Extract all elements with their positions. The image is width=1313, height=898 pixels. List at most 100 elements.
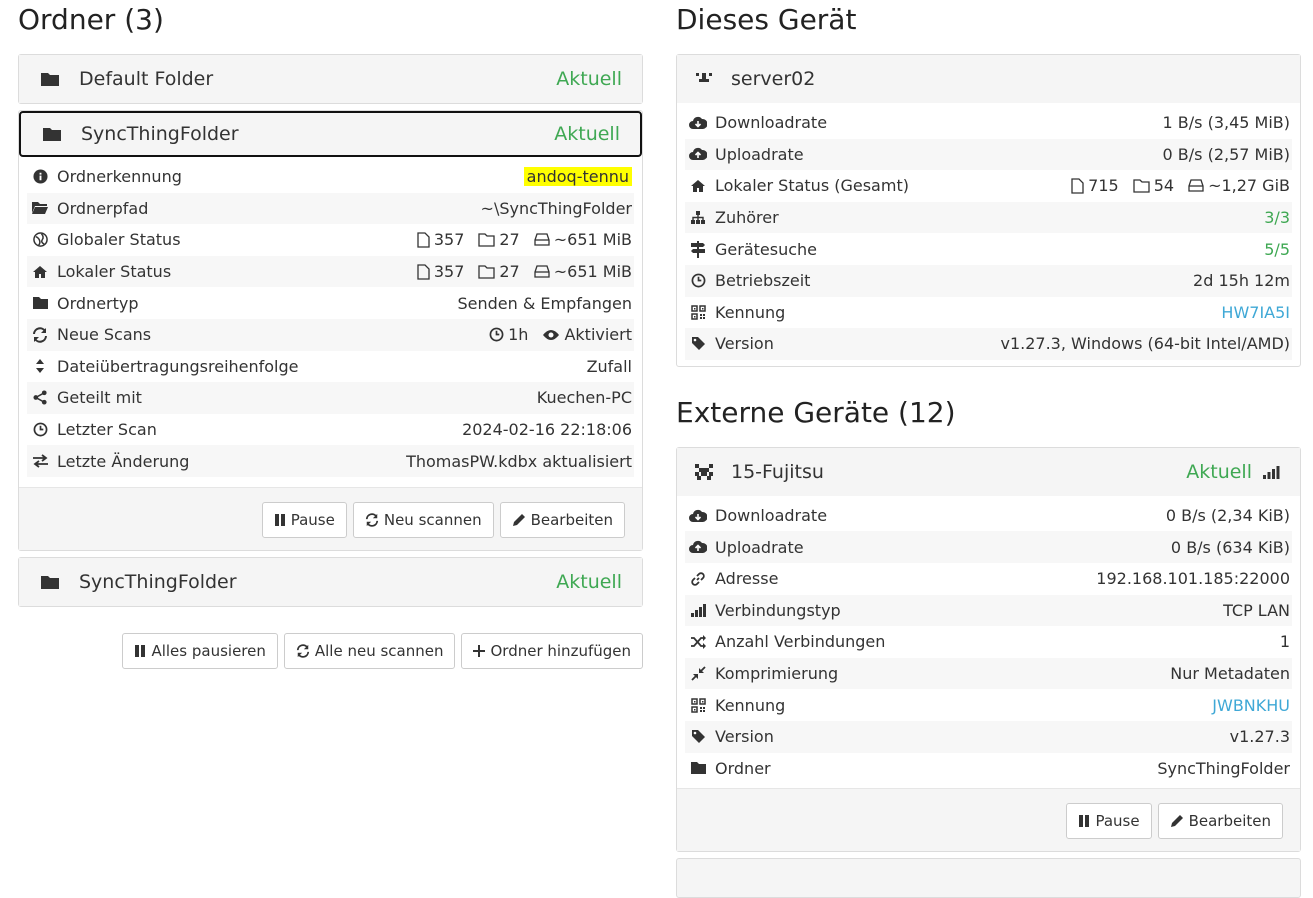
globe-icon <box>31 232 49 248</box>
upload-rate-row: Uploadrate 0 B/s (2,57 MiB) <box>685 138 1292 171</box>
connection-count-row: Anzahl Verbindungen 1 <box>685 626 1292 658</box>
remote-devices-title: Externe Geräte (12) <box>676 395 956 429</box>
cloud-upload-icon <box>689 540 707 554</box>
pause-icon <box>1078 814 1090 828</box>
remote-device-footer: Pause Bearbeiten <box>677 788 1300 852</box>
rescan-all-button[interactable]: Alle neu scannen <box>283 632 456 669</box>
pause-icon <box>134 644 146 658</box>
remote-device-panel: 15-Fujitsu Aktuell Downloadrate 0 B/s (2… <box>676 446 1301 853</box>
rescan-row: Neue Scans 1h Aktiviert <box>27 318 634 351</box>
signpost-icon <box>689 240 707 258</box>
folder-heading-default[interactable]: Default Folder Aktuell <box>19 55 642 103</box>
folder-panel-syncthing-2: SyncThingFolder Aktuell <box>18 556 643 607</box>
sitemap-icon <box>689 210 707 225</box>
folders-title: Ordner (3) <box>18 3 164 36</box>
discovery-value[interactable]: 5/5 <box>1264 240 1290 259</box>
qrcode-icon <box>689 697 707 713</box>
folder-id-row: Ordnerkennung andoq-tennu <box>27 161 634 193</box>
folder-icon <box>689 761 707 775</box>
pause-all-button[interactable]: Alles pausieren <box>122 632 278 669</box>
folder-status: Aktuell <box>556 570 622 593</box>
rescan-folder-button[interactable]: Neu scannen <box>352 501 494 538</box>
tag-icon <box>689 336 707 351</box>
folder-actions: Alles pausieren Alle neu scannen Ordner … <box>18 632 643 669</box>
this-device-panel: server02 Downloadrate 1 B/s (3,45 MiB) U… <box>676 54 1301 367</box>
info-circle-icon <box>31 169 49 184</box>
pause-device-button[interactable]: Pause <box>1066 803 1152 840</box>
pencil-icon <box>512 513 526 527</box>
folder-icon <box>39 71 61 87</box>
refresh-icon <box>31 327 49 343</box>
discovery-row: Gerätesuche 5/5 <box>685 233 1292 265</box>
remote-device-heading[interactable]: 15-Fujitsu Aktuell <box>677 447 1300 496</box>
pause-icon <box>274 513 286 527</box>
address-row: Adresse 192.168.101.185:22000 <box>685 563 1292 595</box>
remote-device-details: Downloadrate 0 B/s (2,34 KiB) Uploadrate… <box>677 496 1300 784</box>
folder-heading-syncthing-2[interactable]: SyncThingFolder Aktuell <box>19 557 642 606</box>
signal-bars-icon <box>689 603 707 617</box>
pause-folder-button[interactable]: Pause <box>261 501 347 538</box>
sort-icon <box>31 358 49 374</box>
this-device-name: server02 <box>731 68 816 90</box>
hdd-icon <box>1188 179 1204 193</box>
listeners-row: Zuhörer 3/3 <box>685 201 1292 234</box>
clock-icon <box>31 422 49 437</box>
remote-id-row: Kennung JWBNKHU <box>685 689 1292 721</box>
signal-bars-icon <box>1262 465 1280 479</box>
clock-icon <box>489 327 504 342</box>
uptime-row: Betriebszeit 2d 15h 12m <box>685 264 1292 297</box>
folder-open-icon <box>31 201 49 215</box>
device-identicon <box>693 463 715 481</box>
folder-heading-syncthing[interactable]: SyncThingFolder Aktuell <box>19 111 642 157</box>
add-folder-button[interactable]: Ordner hinzufügen <box>461 632 643 669</box>
tag-icon <box>689 729 707 744</box>
folder-id-value: andoq-tennu <box>523 167 632 187</box>
random-icon <box>689 634 707 649</box>
remote-device-status: Aktuell <box>1186 460 1252 483</box>
shared-with-row: Geteilt mit Kuechen-PC <box>27 382 634 414</box>
plus-icon <box>473 644 486 657</box>
refresh-icon <box>365 513 379 527</box>
home-icon <box>689 179 707 193</box>
folder-status: Aktuell <box>556 68 622 90</box>
folder-icon <box>39 574 61 590</box>
device-id-link[interactable]: HW7IA5I <box>1221 303 1290 322</box>
listeners-value[interactable]: 3/3 <box>1264 208 1290 227</box>
folder-outline-icon <box>478 233 496 247</box>
qrcode-icon <box>689 305 707 320</box>
compress-icon <box>689 666 707 681</box>
file-icon <box>417 232 430 248</box>
hdd-icon <box>534 233 550 247</box>
clock-icon <box>689 273 707 288</box>
this-device-heading[interactable]: server02 <box>677 55 1300 103</box>
local-total-row: Lokaler Status (Gesamt) 715 54 ~1,27 GiB <box>685 170 1292 202</box>
folder-icon <box>41 126 63 142</box>
next-device-panel[interactable] <box>676 858 1301 898</box>
connection-type-row: Verbindungstyp TCP LAN <box>685 594 1292 627</box>
folder-outline-icon <box>478 264 496 279</box>
folder-outline-icon <box>1133 179 1150 193</box>
refresh-icon <box>296 644 310 658</box>
device-id-row: Kennung HW7IA5I <box>685 297 1292 329</box>
remote-id-link[interactable]: JWBNKHU <box>1212 696 1290 715</box>
link-icon <box>689 571 707 587</box>
version-row: Version v1.27.3, Windows (64-bit Intel/A… <box>685 328 1292 360</box>
this-device-title: Dieses Gerät <box>676 3 857 36</box>
cloud-download-icon <box>689 509 707 523</box>
this-device-details: Downloadrate 1 B/s (3,45 MiB) Uploadrate… <box>677 103 1300 366</box>
folder-path-row: Ordnerpfad ~\SyncThingFolder <box>27 192 634 225</box>
folder-details: Ordnerkennung andoq-tennu Ordnerpfad ~\S… <box>19 157 642 477</box>
remote-folders-row: Ordner SyncThingFolder <box>685 753 1292 785</box>
folder-panel-syncthing: SyncThingFolder Aktuell Ordnerkennung an… <box>18 110 643 551</box>
file-icon <box>1071 178 1084 194</box>
download-rate-row: Downloadrate 1 B/s (3,45 MiB) <box>685 107 1292 139</box>
home-icon <box>31 265 49 279</box>
remote-upload-row: Uploadrate 0 B/s (634 KiB) <box>685 531 1292 563</box>
last-scan-row: Letzter Scan 2024-02-16 22:18:06 <box>27 414 634 446</box>
remote-version-row: Version v1.27.3 <box>685 720 1292 753</box>
edit-folder-button[interactable]: Bearbeiten <box>499 501 625 538</box>
file-icon <box>417 263 430 280</box>
edit-device-button[interactable]: Bearbeiten <box>1157 803 1283 840</box>
folder-name: SyncThingFolder <box>81 123 239 145</box>
compression-row: Komprimierung Nur Metadaten <box>685 657 1292 690</box>
